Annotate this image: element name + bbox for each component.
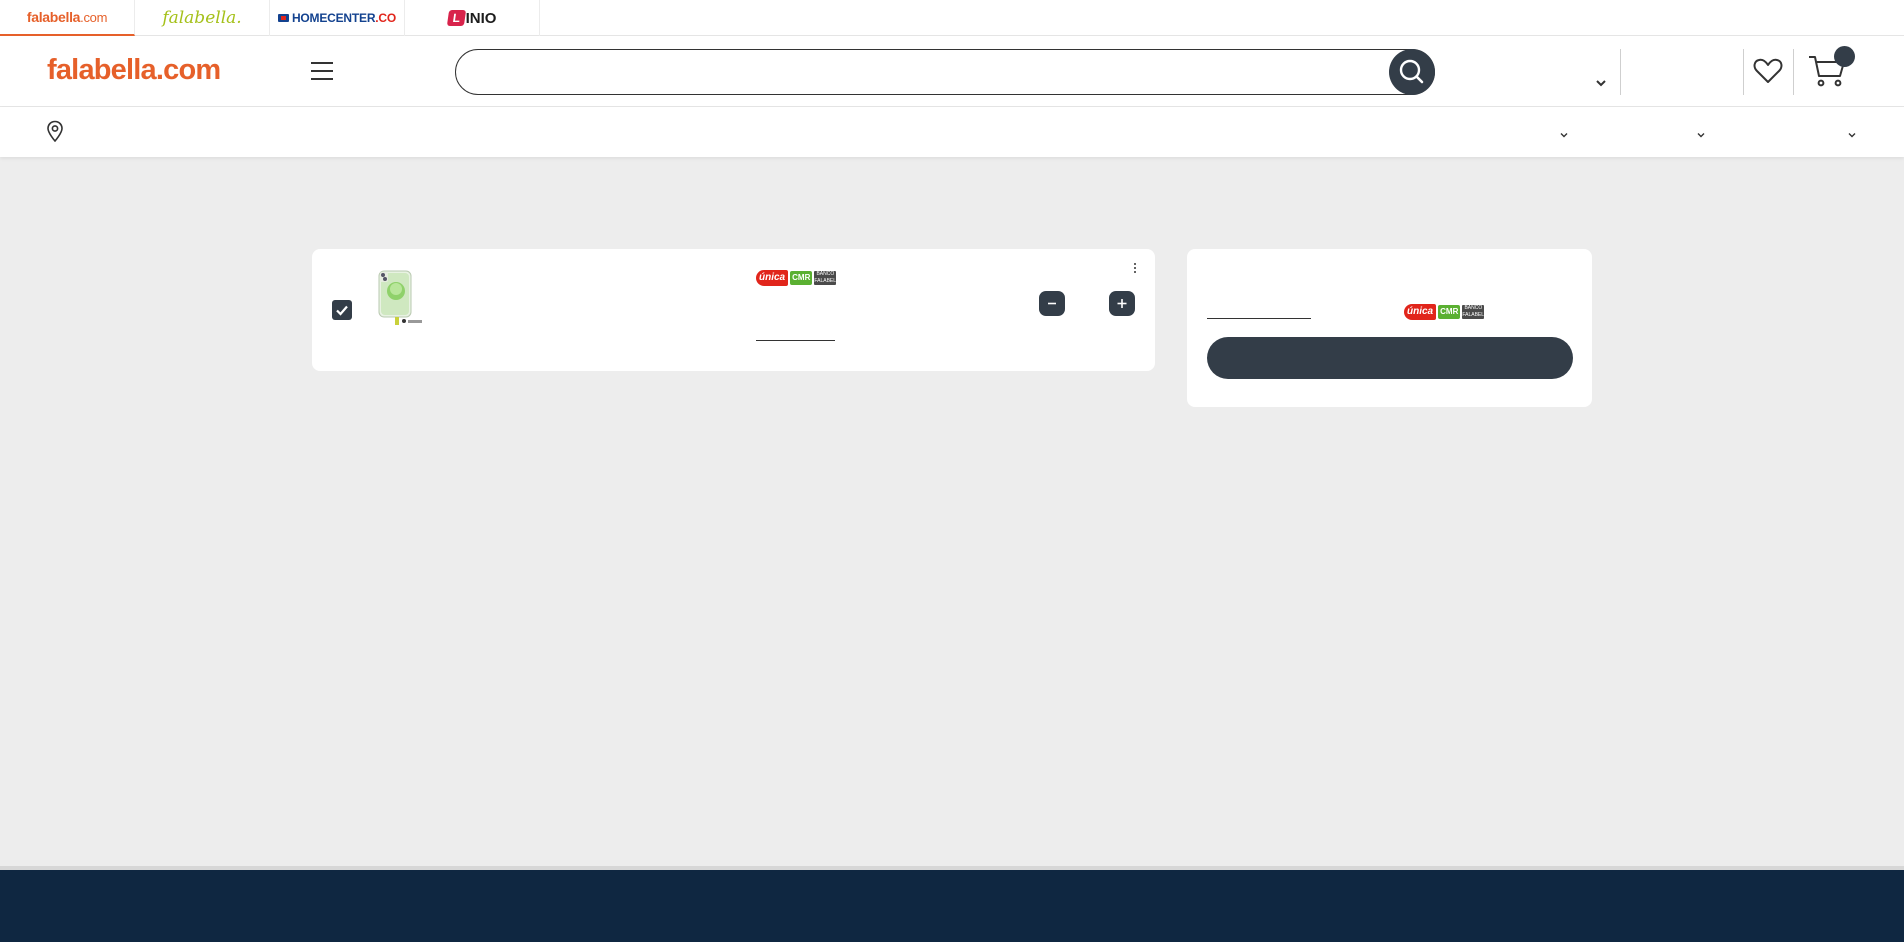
bank-badge: BANCO FALABELLA: [814, 271, 837, 285]
search-icon: [1399, 59, 1424, 84]
continue-purchase-button[interactable]: [1207, 337, 1573, 379]
hamburger-menu-icon[interactable]: [311, 62, 333, 80]
search-input[interactable]: [474, 58, 1344, 86]
brand-strip: falabella .com falabella. HOMECENTER .CO L…: [0, 0, 1904, 36]
divider: [1793, 49, 1794, 95]
header: falabella.com: [0, 36, 1904, 107]
brand-tab-linio-label: INIO: [465, 9, 497, 27]
order-summary-card: única CMR BANCO FALABELLA: [1187, 249, 1592, 407]
brand-tab-falabella-com-suffix: .com: [80, 9, 108, 25]
homecenter-logo-icon: [277, 14, 289, 22]
summary-payment-badges: única CMR BANCO FALABELLA: [1404, 304, 1485, 320]
nav-dropdown-chevron-icon[interactable]: [1559, 130, 1569, 140]
quantity-increase-button[interactable]: [1109, 291, 1135, 316]
nav-dropdown-chevron-icon[interactable]: [1847, 130, 1857, 140]
cmr-badge: CMR: [1438, 305, 1461, 319]
linio-logo-icon: L: [446, 10, 466, 26]
account-chevron-down-icon[interactable]: [1594, 76, 1608, 90]
cmr-badge: CMR: [790, 271, 813, 285]
cart-count-badge: [1834, 46, 1855, 67]
unica-badge: única: [756, 270, 789, 286]
unica-badge: única: [1404, 304, 1437, 320]
heart-icon[interactable]: [1753, 58, 1783, 84]
divider: [1743, 49, 1744, 95]
search-bar: [455, 49, 1435, 95]
search-button[interactable]: [1389, 49, 1435, 95]
footer: [0, 866, 1904, 942]
payment-badges: única CMR BANCO FALABELLA: [756, 270, 837, 286]
checkmark-icon: [336, 305, 348, 316]
brand-tab-homecenter[interactable]: HOMECENTER .CO: [270, 0, 405, 36]
brand-tab-falabella-com-label: falabella: [26, 9, 81, 25]
price-underline: [756, 340, 835, 341]
site-logo-suffix: .com: [155, 54, 221, 86]
minus-icon: [1048, 302, 1056, 305]
site-logo-main: falabella: [47, 54, 157, 86]
cart-item-card: única CMR BANCO FALABELLA: [312, 249, 1155, 371]
brand-tab-homecenter-label: HOMECENTER: [291, 11, 376, 25]
nav-dropdown-chevron-icon[interactable]: [1696, 130, 1706, 140]
site-logo[interactable]: falabella.com: [47, 54, 221, 87]
summary-link-underline[interactable]: [1207, 318, 1311, 319]
product-image[interactable]: [375, 269, 427, 327]
item-select-checkbox[interactable]: [332, 300, 352, 320]
brand-tab-falabella-label: falabella.: [162, 8, 242, 28]
divider: [1620, 49, 1621, 95]
location-bar: [0, 107, 1904, 157]
brand-tab-falabella-com[interactable]: falabella .com: [0, 0, 135, 36]
brand-tab-linio[interactable]: L INIO: [405, 0, 540, 36]
bank-badge: BANCO FALABELLA: [1462, 305, 1485, 319]
location-pin-icon[interactable]: [46, 120, 64, 142]
quantity-decrease-button[interactable]: [1039, 291, 1065, 316]
brand-tab-homecenter-suffix: .CO: [375, 11, 397, 25]
plus-icon: [1117, 299, 1127, 308]
more-options-icon[interactable]: [1130, 263, 1140, 277]
brand-tab-falabella[interactable]: falabella.: [135, 0, 270, 36]
